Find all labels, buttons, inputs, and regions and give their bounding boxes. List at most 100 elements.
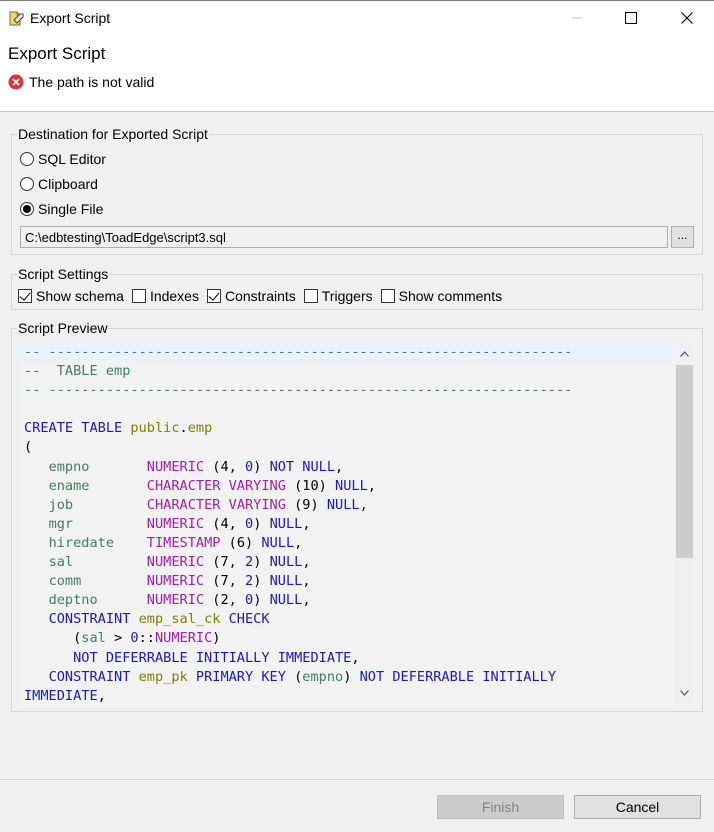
checkbox-show-comments[interactable]: Show comments <box>380 288 502 304</box>
code-token: NULL <box>269 573 303 590</box>
checkbox[interactable] <box>303 289 318 303</box>
code-token: , <box>351 649 360 666</box>
code-token: public <box>130 420 180 437</box>
script-preview-editor[interactable]: -- -------------------------------------… <box>20 342 696 705</box>
code-line: empno NUMERIC (4, 0) NOT NULL, <box>24 458 572 477</box>
chevron-down-icon <box>680 690 689 696</box>
code-token: hiredate <box>48 534 115 551</box>
vertical-scrollbar[interactable] <box>675 342 694 705</box>
code-line: CONSTRAINT emp_sal_ck CHECK <box>24 610 572 629</box>
scroll-up-button[interactable] <box>675 345 694 363</box>
code-token: 0 <box>245 515 254 532</box>
code-line: sal NUMERIC (7, 2) NULL, <box>24 553 572 572</box>
error-message: The path is not valid <box>29 74 155 90</box>
code-token: (4, <box>204 458 245 475</box>
checkbox[interactable] <box>206 289 221 303</box>
close-icon <box>681 12 693 24</box>
code-token: :: <box>138 630 155 647</box>
radio-button[interactable] <box>20 202 34 216</box>
minimize-button[interactable] <box>554 5 600 31</box>
code-token: (2, <box>204 592 245 609</box>
checkbox-show-schema[interactable]: Show schema <box>18 288 124 304</box>
file-path-input[interactable] <box>20 226 668 248</box>
code-token: job <box>48 496 74 513</box>
finish-button[interactable]: Finish <box>437 795 564 819</box>
code-token: , <box>302 515 311 532</box>
code-line: -- -------------------------------------… <box>24 381 572 400</box>
radio-single-file[interactable]: Single File <box>20 201 103 217</box>
code-line: CREATE TABLE public.emp <box>24 419 572 438</box>
code-token: CONSTRAINT <box>48 611 139 628</box>
code-token: comm <box>48 573 82 590</box>
minimize-icon <box>572 17 582 19</box>
code-line: hiredate TIMESTAMP (6) NULL, <box>24 534 572 553</box>
code-token: deptno <box>48 592 98 609</box>
code-token: . <box>179 420 188 437</box>
scroll-down-button[interactable] <box>675 684 694 702</box>
code-token: mgr <box>48 515 74 532</box>
code-token: ( <box>24 439 33 456</box>
window-title: Export Script <box>30 10 111 26</box>
code-token: NOT NULL <box>269 458 336 475</box>
checkbox-indexes[interactable]: Indexes <box>131 288 199 304</box>
code-token: ename <box>48 477 90 494</box>
code-token: empno <box>302 668 344 685</box>
radio-clipboard[interactable]: Clipboard <box>20 176 98 192</box>
scrollbar-thumb[interactable] <box>676 365 693 558</box>
maximize-button[interactable] <box>608 5 654 31</box>
code-token: (7, <box>204 554 246 571</box>
browse-button[interactable]: ... <box>671 226 694 248</box>
code-token: ( <box>24 630 82 647</box>
checkbox-constraints[interactable]: Constraints <box>206 288 296 304</box>
code-token: ) <box>253 592 270 609</box>
close-button[interactable] <box>664 5 710 31</box>
code-token: NUMERIC <box>146 554 205 571</box>
code-token: ) <box>212 630 221 647</box>
code-token: sal <box>48 554 74 571</box>
cancel-button[interactable]: Cancel <box>574 795 701 819</box>
code-token: -- -------------------------------------… <box>24 382 573 399</box>
checkbox-triggers[interactable]: Triggers <box>303 288 373 304</box>
code-line: comm NUMERIC (7, 2) NULL, <box>24 572 572 591</box>
destination-group-label: Destination for Exported Script <box>17 126 209 142</box>
code-token: , <box>302 592 311 609</box>
code-token: 2 <box>245 554 254 571</box>
code-token: 2 <box>245 573 254 590</box>
code-token: 0 <box>245 458 254 475</box>
code-token: , <box>367 477 376 494</box>
code-token: -- TABLE emp <box>24 363 131 380</box>
code-token: (6) <box>220 534 262 551</box>
code-token: (7, <box>204 573 246 590</box>
title-bar: Export Script <box>0 0 714 34</box>
code-token: NUMERIC <box>154 630 213 647</box>
radio-button[interactable] <box>20 152 34 166</box>
code-token: ) <box>253 554 270 571</box>
code-line: ( <box>24 438 572 457</box>
checkbox[interactable] <box>131 289 146 303</box>
code-token: NULL <box>269 592 303 609</box>
code-token: emp_pk <box>138 668 188 685</box>
code-token: NUMERIC <box>146 573 205 590</box>
code-token: , <box>294 534 303 551</box>
checkbox[interactable] <box>380 289 395 303</box>
radio-button[interactable] <box>20 177 34 191</box>
radio-sql-editor[interactable]: SQL Editor <box>20 151 106 167</box>
code-token: PRIMARY KEY <box>187 668 295 685</box>
code-token: > <box>105 630 131 647</box>
code-token: sal <box>81 630 106 647</box>
dialog-header: Export Script The path is not valid <box>0 34 714 112</box>
export-script-icon <box>8 9 26 27</box>
code-token: ) <box>253 515 270 532</box>
checkbox[interactable] <box>18 289 32 303</box>
maximize-icon <box>625 12 637 24</box>
